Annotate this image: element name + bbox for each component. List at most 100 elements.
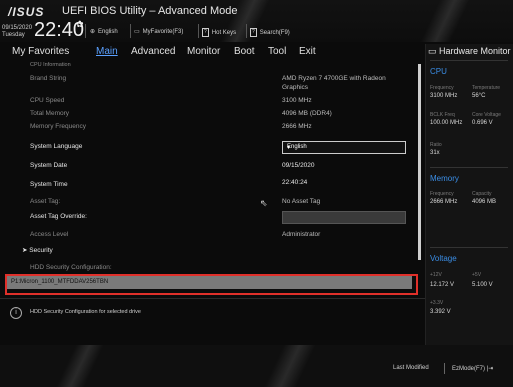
decorative-stripes <box>20 345 140 387</box>
v12-label: +12V <box>430 272 442 278</box>
pointer-cursor-icon: ⇖ <box>260 198 268 208</box>
hotkeys-button[interactable]: ? Hot Keys <box>202 28 236 37</box>
hotkeys-label: Hot Keys <box>211 29 237 36</box>
system-language-dropdown[interactable]: English ▾ <box>282 141 406 154</box>
separator <box>246 24 247 38</box>
memory-capacity-value: 4096 MB <box>472 199 497 205</box>
tab-tool[interactable]: Tool <box>268 46 286 57</box>
v33-label: +3.3V <box>430 300 444 306</box>
hardware-monitor-title: ▭ Hardware Monitor <box>428 46 511 57</box>
memory-capacity-label: Capacity <box>472 191 492 197</box>
separator <box>85 24 86 38</box>
brand-string-value: AMD Ryzen 7 4700GE with Radeon <box>282 75 386 82</box>
search-button[interactable]: ? Search(F9) <box>250 28 290 37</box>
v5-label: +5V <box>472 272 482 278</box>
tab-main[interactable]: Main <box>96 46 118 57</box>
scrollbar[interactable] <box>418 64 421 260</box>
hardware-monitor-label: Hardware Monitor <box>439 46 511 56</box>
memory-section-title: Memory <box>430 174 459 183</box>
total-memory-label: Total Memory <box>30 110 70 117</box>
cpu-frequency-label: Frequency <box>430 85 454 91</box>
v33-value: 3.392 V <box>430 309 451 315</box>
app-title: UEFI BIOS Utility – Advanced Mode <box>62 5 238 17</box>
asset-tag-value: No Asset Tag <box>282 198 321 205</box>
cpu-temperature-value: 56°C <box>472 93 486 99</box>
cpu-frequency-value: 3100 MHz <box>430 93 458 99</box>
asus-logo: /ISUS <box>8 5 45 19</box>
ezmode-button[interactable]: EzMode(F7) |⇥ <box>452 365 493 372</box>
brand-string-label: Brand String <box>30 75 67 82</box>
info-icon: i <box>10 307 22 319</box>
asset-tag-override-label: Asset Tag Override: <box>30 213 87 220</box>
system-language-label: System Language <box>30 143 83 150</box>
tab-boot[interactable]: Boot <box>234 46 255 57</box>
decorative-stripes <box>380 0 510 42</box>
memory-frequency-value: 2666 MHz <box>430 199 458 205</box>
language-button[interactable]: ⊕ English <box>90 28 118 36</box>
cpu-temperature-label: Temperature <box>472 85 501 91</box>
bclk-freq-value: 100.00 MHz <box>430 120 463 126</box>
drive-item-label: P1:Micron_1100_MTFDDAV256TBN <box>11 279 109 285</box>
divider <box>430 60 508 61</box>
tab-exit[interactable]: Exit <box>299 46 316 57</box>
access-level-value: Administrator <box>282 231 321 238</box>
cpu-speed-value: 3100 MHz <box>282 97 312 104</box>
access-level-label: Access Level <box>30 231 69 238</box>
security-label: Security <box>29 247 53 254</box>
exit-icon: |⇥ <box>486 366 494 372</box>
ratio-value: 31x <box>430 150 440 156</box>
help-text: HDD Security Configuration for selected … <box>30 309 141 315</box>
drive-item-selected[interactable]: P1:Micron_1100_MTFDDAV256TBN <box>7 276 412 289</box>
weekday-text: Tuesday <box>2 32 25 38</box>
cpu-section-title: CPU <box>430 67 447 76</box>
monitor-icon: ▭ <box>428 46 440 56</box>
myfavorite-label: MyFavorite(F3) <box>142 28 184 35</box>
ratio-label: Ratio <box>430 142 442 148</box>
voltage-section-title: Voltage <box>430 254 457 263</box>
memory-frequency-label: Frequency <box>430 191 454 197</box>
last-modified-button[interactable]: Last Modified <box>393 365 429 371</box>
system-time-label: System Time <box>30 181 68 188</box>
asset-tag-override-input[interactable] <box>282 211 406 224</box>
ezmode-label: EzMode(F7) <box>452 366 486 372</box>
cpu-speed-label: CPU Speed <box>30 97 65 104</box>
date-text: 09/15/2020 <box>2 25 33 31</box>
search-label: Search(F9) <box>259 29 290 36</box>
core-voltage-label: Core Voltage <box>472 112 501 118</box>
bclk-freq-label: BCLK Freq <box>430 112 455 118</box>
globe-icon: ⊕ <box>90 29 96 35</box>
myfavorite-button[interactable]: ▭ MyFavorite(F3) <box>134 28 184 36</box>
separator <box>444 363 445 374</box>
date-display: 09/15/2020 Tuesday <box>2 25 32 39</box>
v12-value: 12.172 V <box>430 282 455 288</box>
memory-frequency-value: 2666 MHz <box>282 123 312 130</box>
system-time-value[interactable]: 22:40:24 <box>282 179 307 186</box>
v5-value: 5.100 V <box>472 282 493 288</box>
hdd-security-config-label: HDD Security Configuration: <box>30 264 112 271</box>
section-header-cpu-info: CPU Information <box>30 62 71 68</box>
language-label: English <box>98 28 118 35</box>
favorite-icon: ▭ <box>134 29 140 35</box>
tab-my-favorites[interactable]: My Favorites <box>12 46 69 57</box>
system-date-value[interactable]: 09/15/2020 <box>282 162 315 169</box>
gear-icon[interactable]: ✿ <box>76 19 84 30</box>
memory-frequency-label: Memory Frequency <box>30 123 86 130</box>
core-voltage-value: 0.696 V <box>472 120 493 126</box>
search-icon: ? <box>250 28 257 37</box>
brand-string-value-line2: Graphics <box>282 84 309 91</box>
security-submenu[interactable]: ➤ Security <box>22 246 53 254</box>
system-date-label: System Date <box>30 162 68 169</box>
divider <box>430 247 508 248</box>
divider <box>0 298 425 299</box>
tab-advanced[interactable]: Advanced <box>131 46 175 57</box>
separator <box>130 24 131 38</box>
tab-monitor[interactable]: Monitor <box>187 46 220 57</box>
divider <box>430 167 508 168</box>
hotkeys-icon: ? <box>202 28 209 37</box>
asset-tag-label: Asset Tag: <box>30 198 61 205</box>
chevron-down-icon: ▾ <box>287 145 291 151</box>
total-memory-value: 4096 MB (DDR4) <box>282 110 332 117</box>
decorative-stripes <box>220 345 360 387</box>
bottom-bar <box>0 345 513 387</box>
separator <box>198 24 199 38</box>
